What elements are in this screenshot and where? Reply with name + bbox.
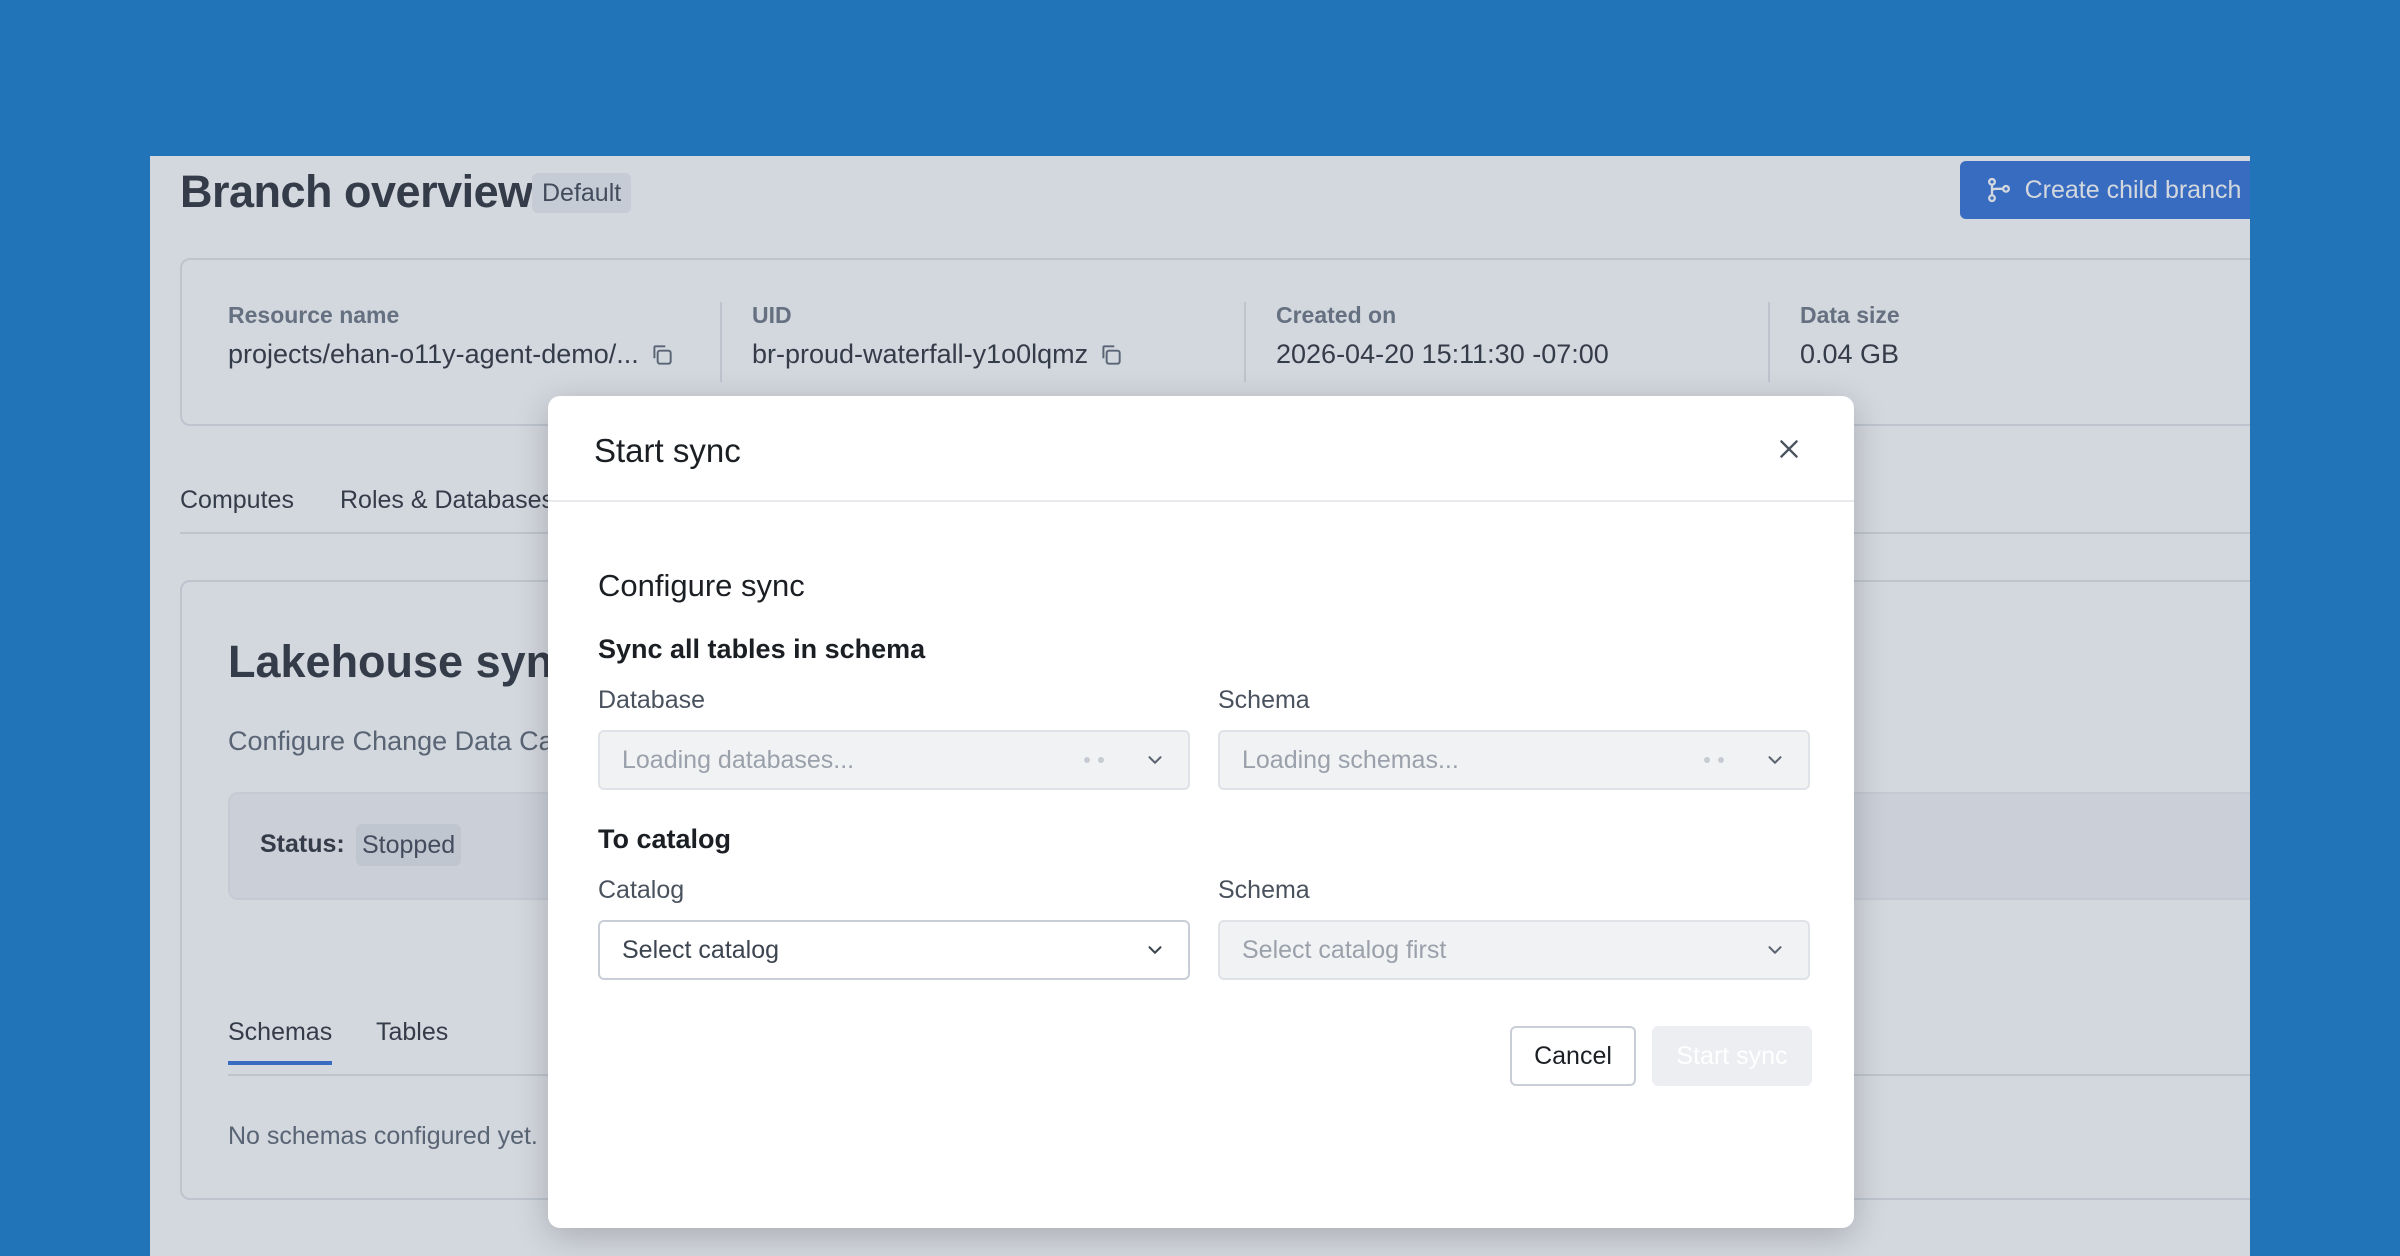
catalog-select[interactable]: Select catalog <box>598 920 1190 980</box>
close-button[interactable] <box>1770 430 1808 468</box>
chevron-down-icon <box>1148 756 1162 764</box>
modal-footer: Cancel Start sync <box>1510 1026 1812 1086</box>
modal-title: Start sync <box>594 432 741 469</box>
start-sync-button[interactable]: Start sync <box>1652 1026 1812 1086</box>
database-select[interactable]: Loading databases... <box>598 730 1190 790</box>
database-label: Database <box>598 686 706 714</box>
chevron-down-icon <box>1768 756 1782 764</box>
cancel-button[interactable]: Cancel <box>1510 1026 1636 1086</box>
source-schema-select-value: Loading schemas... <box>1242 745 1459 774</box>
start-sync-modal: Start sync Configure sync Sync all table… <box>548 396 1854 1228</box>
loading-indicator <box>1084 757 1104 763</box>
modal-header: Start sync <box>548 396 1854 502</box>
target-schema-select[interactable]: Select catalog first <box>1218 920 1810 980</box>
close-icon <box>1780 440 1798 458</box>
source-section-title: Sync all tables in schema <box>598 634 926 664</box>
target-schema-select-value: Select catalog first <box>1242 935 1447 964</box>
target-schema-label: Schema <box>1218 876 1310 904</box>
catalog-label: Catalog <box>598 876 685 904</box>
loading-indicator <box>1704 757 1724 763</box>
target-section-title: To catalog <box>598 824 732 854</box>
source-schema-select[interactable]: Loading schemas... <box>1218 730 1810 790</box>
chevron-down-icon <box>1148 946 1162 954</box>
catalog-select-value: Select catalog <box>622 935 780 964</box>
configure-sync-title: Configure sync <box>598 568 805 603</box>
database-select-value: Loading databases... <box>622 745 855 774</box>
source-schema-label: Schema <box>1218 686 1310 714</box>
chevron-down-icon <box>1768 946 1782 954</box>
